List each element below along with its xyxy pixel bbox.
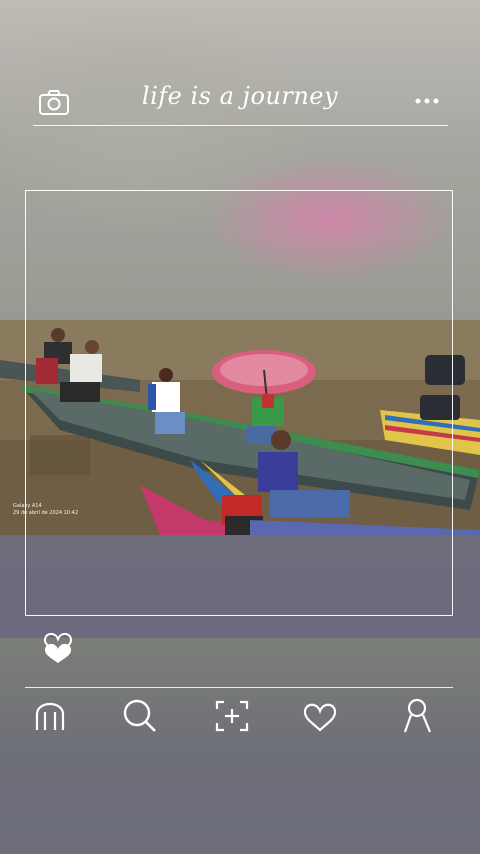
camera-icon[interactable] — [38, 88, 70, 116]
add-icon[interactable] — [212, 696, 252, 736]
more-dots-icon[interactable] — [413, 92, 441, 110]
heart-icon[interactable] — [41, 627, 75, 665]
profile-icon[interactable] — [398, 696, 438, 736]
home-icon[interactable] — [31, 696, 71, 736]
bottom-navigation — [0, 688, 480, 748]
page-title: life is a journey — [141, 82, 339, 110]
heart-outline-icon[interactable] — [300, 696, 340, 736]
header-divider — [33, 125, 448, 126]
search-icon[interactable] — [120, 696, 160, 736]
header-bar: life is a journey — [0, 78, 480, 126]
photo-frame — [25, 190, 453, 616]
